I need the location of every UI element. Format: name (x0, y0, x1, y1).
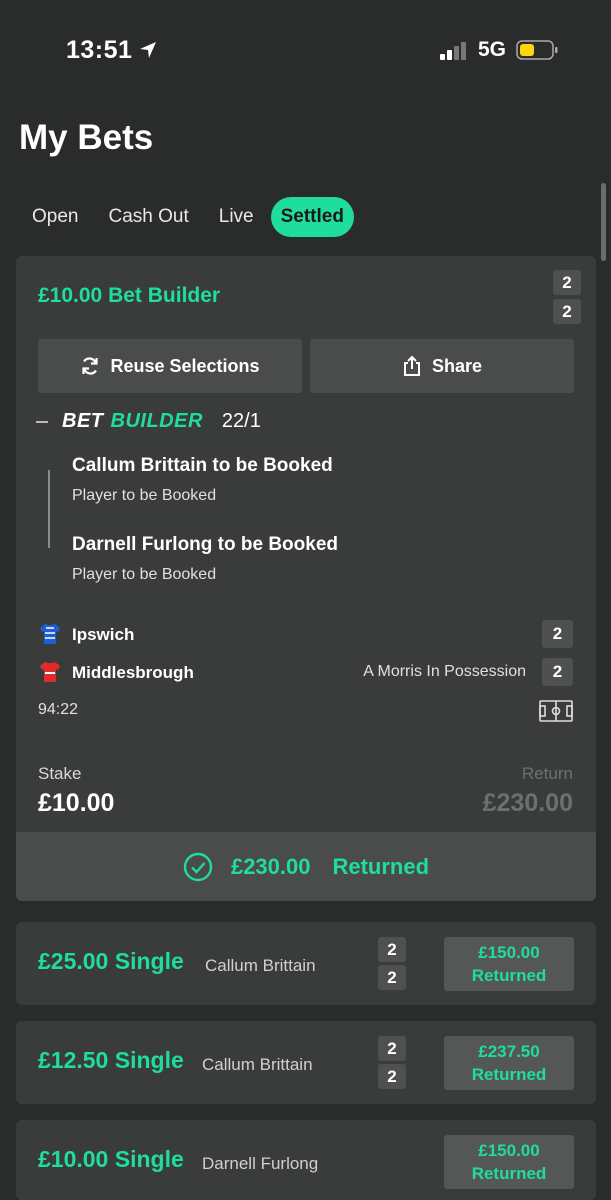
returned-amount: £150.00 (478, 1141, 540, 1160)
share-button[interactable]: Share (310, 339, 574, 393)
reuse-selections-label: Reuse Selections (110, 355, 260, 376)
selection-connector (48, 470, 50, 548)
away-team: Middlesbrough (72, 663, 194, 682)
tab-live[interactable]: Live (206, 197, 267, 237)
bet-builder-logo-builder: BUILDER (110, 410, 203, 432)
possession-status: A Morris In Possession (363, 663, 526, 680)
cellular-signal-icon (440, 42, 466, 60)
tab-settled[interactable]: Settled (270, 197, 354, 237)
returned-label: Returned (471, 1065, 547, 1084)
returned-label: Returned (332, 853, 430, 879)
status-time: 13:51 (66, 36, 133, 64)
single-bet-card[interactable]: £10.00 Single Darnell Furlong £150.00 Re… (16, 1120, 596, 1200)
single-bet-card[interactable]: £25.00 Single Callum Brittain 2 2 £150.0… (16, 922, 596, 1005)
returned-amount: £237.50 (478, 1042, 540, 1061)
returned-badge: £150.00 Returned (444, 1135, 574, 1189)
middlesbrough-shirt-icon (40, 662, 60, 682)
battery-icon (516, 40, 558, 60)
bet-builder-card[interactable]: £10.00 Bet Builder 2 2 Reuse Selections … (16, 256, 596, 901)
stake-label: Stake (38, 764, 82, 783)
returned-amount: £150.00 (478, 943, 540, 962)
returned-label: Returned (471, 1164, 547, 1183)
ipswich-shirt-icon (40, 624, 60, 644)
network-type: 5G (478, 38, 507, 61)
tab-cash-out[interactable]: Cash Out (95, 197, 201, 237)
score-badge-away: 2 (553, 299, 581, 324)
reuse-selections-button[interactable]: Reuse Selections (38, 339, 302, 393)
selection-name: Darnell Furlong to be Booked (72, 534, 339, 555)
score-badge-home: 2 (378, 937, 406, 962)
score-badge-home: 2 (378, 1036, 406, 1061)
selection-market: Player to be Booked (72, 487, 217, 504)
pitch-icon[interactable] (539, 700, 573, 722)
single-bet-title: £25.00 Single (38, 948, 184, 974)
single-bet-player: Darnell Furlong (202, 1154, 319, 1173)
tab-open[interactable]: Open (19, 197, 91, 237)
check-circle-icon (183, 852, 213, 881)
location-arrow-icon (140, 42, 156, 58)
home-score: 2 (542, 620, 573, 648)
returned-label: Returned (471, 966, 547, 985)
returned-status-bar: £230.00 Returned (16, 832, 596, 901)
single-bet-title: £12.50 Single (38, 1047, 184, 1073)
score-badge-away: 2 (378, 965, 406, 990)
bet-odds: 22/1 (221, 410, 261, 432)
bet-title: £10.00 Bet Builder (38, 284, 221, 307)
single-bet-player: Callum Brittain (205, 956, 316, 975)
return-label: Return (521, 764, 573, 783)
bet-builder-logo-bet: BET (62, 410, 104, 432)
bet-builder-header[interactable]: BET BUILDER 22/1 (36, 410, 261, 433)
selection-name: Callum Brittain to be Booked (72, 455, 333, 476)
page-title: My Bets (19, 118, 154, 157)
return-value: £230.00 (482, 789, 573, 817)
returned-badge: £150.00 Returned (444, 937, 574, 991)
collapse-icon[interactable] (36, 420, 48, 423)
share-icon (403, 355, 420, 376)
refresh-icon (82, 357, 99, 375)
scrollbar[interactable] (601, 183, 606, 261)
match-clock: 94:22 (38, 701, 79, 718)
status-bar: 13:51 5G (0, 0, 611, 90)
returned-badge: £237.50 Returned (444, 1036, 574, 1090)
stake-value: £10.00 (38, 789, 115, 817)
score-badge-away: 2 (378, 1064, 406, 1089)
selection-market: Player to be Booked (72, 566, 217, 583)
away-score: 2 (542, 658, 573, 686)
returned-amount: £230.00 (230, 853, 311, 879)
home-team: Ipswich (72, 625, 135, 644)
bet-tabs: Open Cash Out Live Settled (19, 196, 358, 238)
single-bet-player: Callum Brittain (202, 1055, 313, 1074)
single-bet-title: £10.00 Single (38, 1146, 184, 1172)
single-bet-card[interactable]: £12.50 Single Callum Brittain 2 2 £237.5… (16, 1021, 596, 1104)
score-badge-home: 2 (553, 270, 581, 295)
share-label: Share (431, 355, 483, 376)
